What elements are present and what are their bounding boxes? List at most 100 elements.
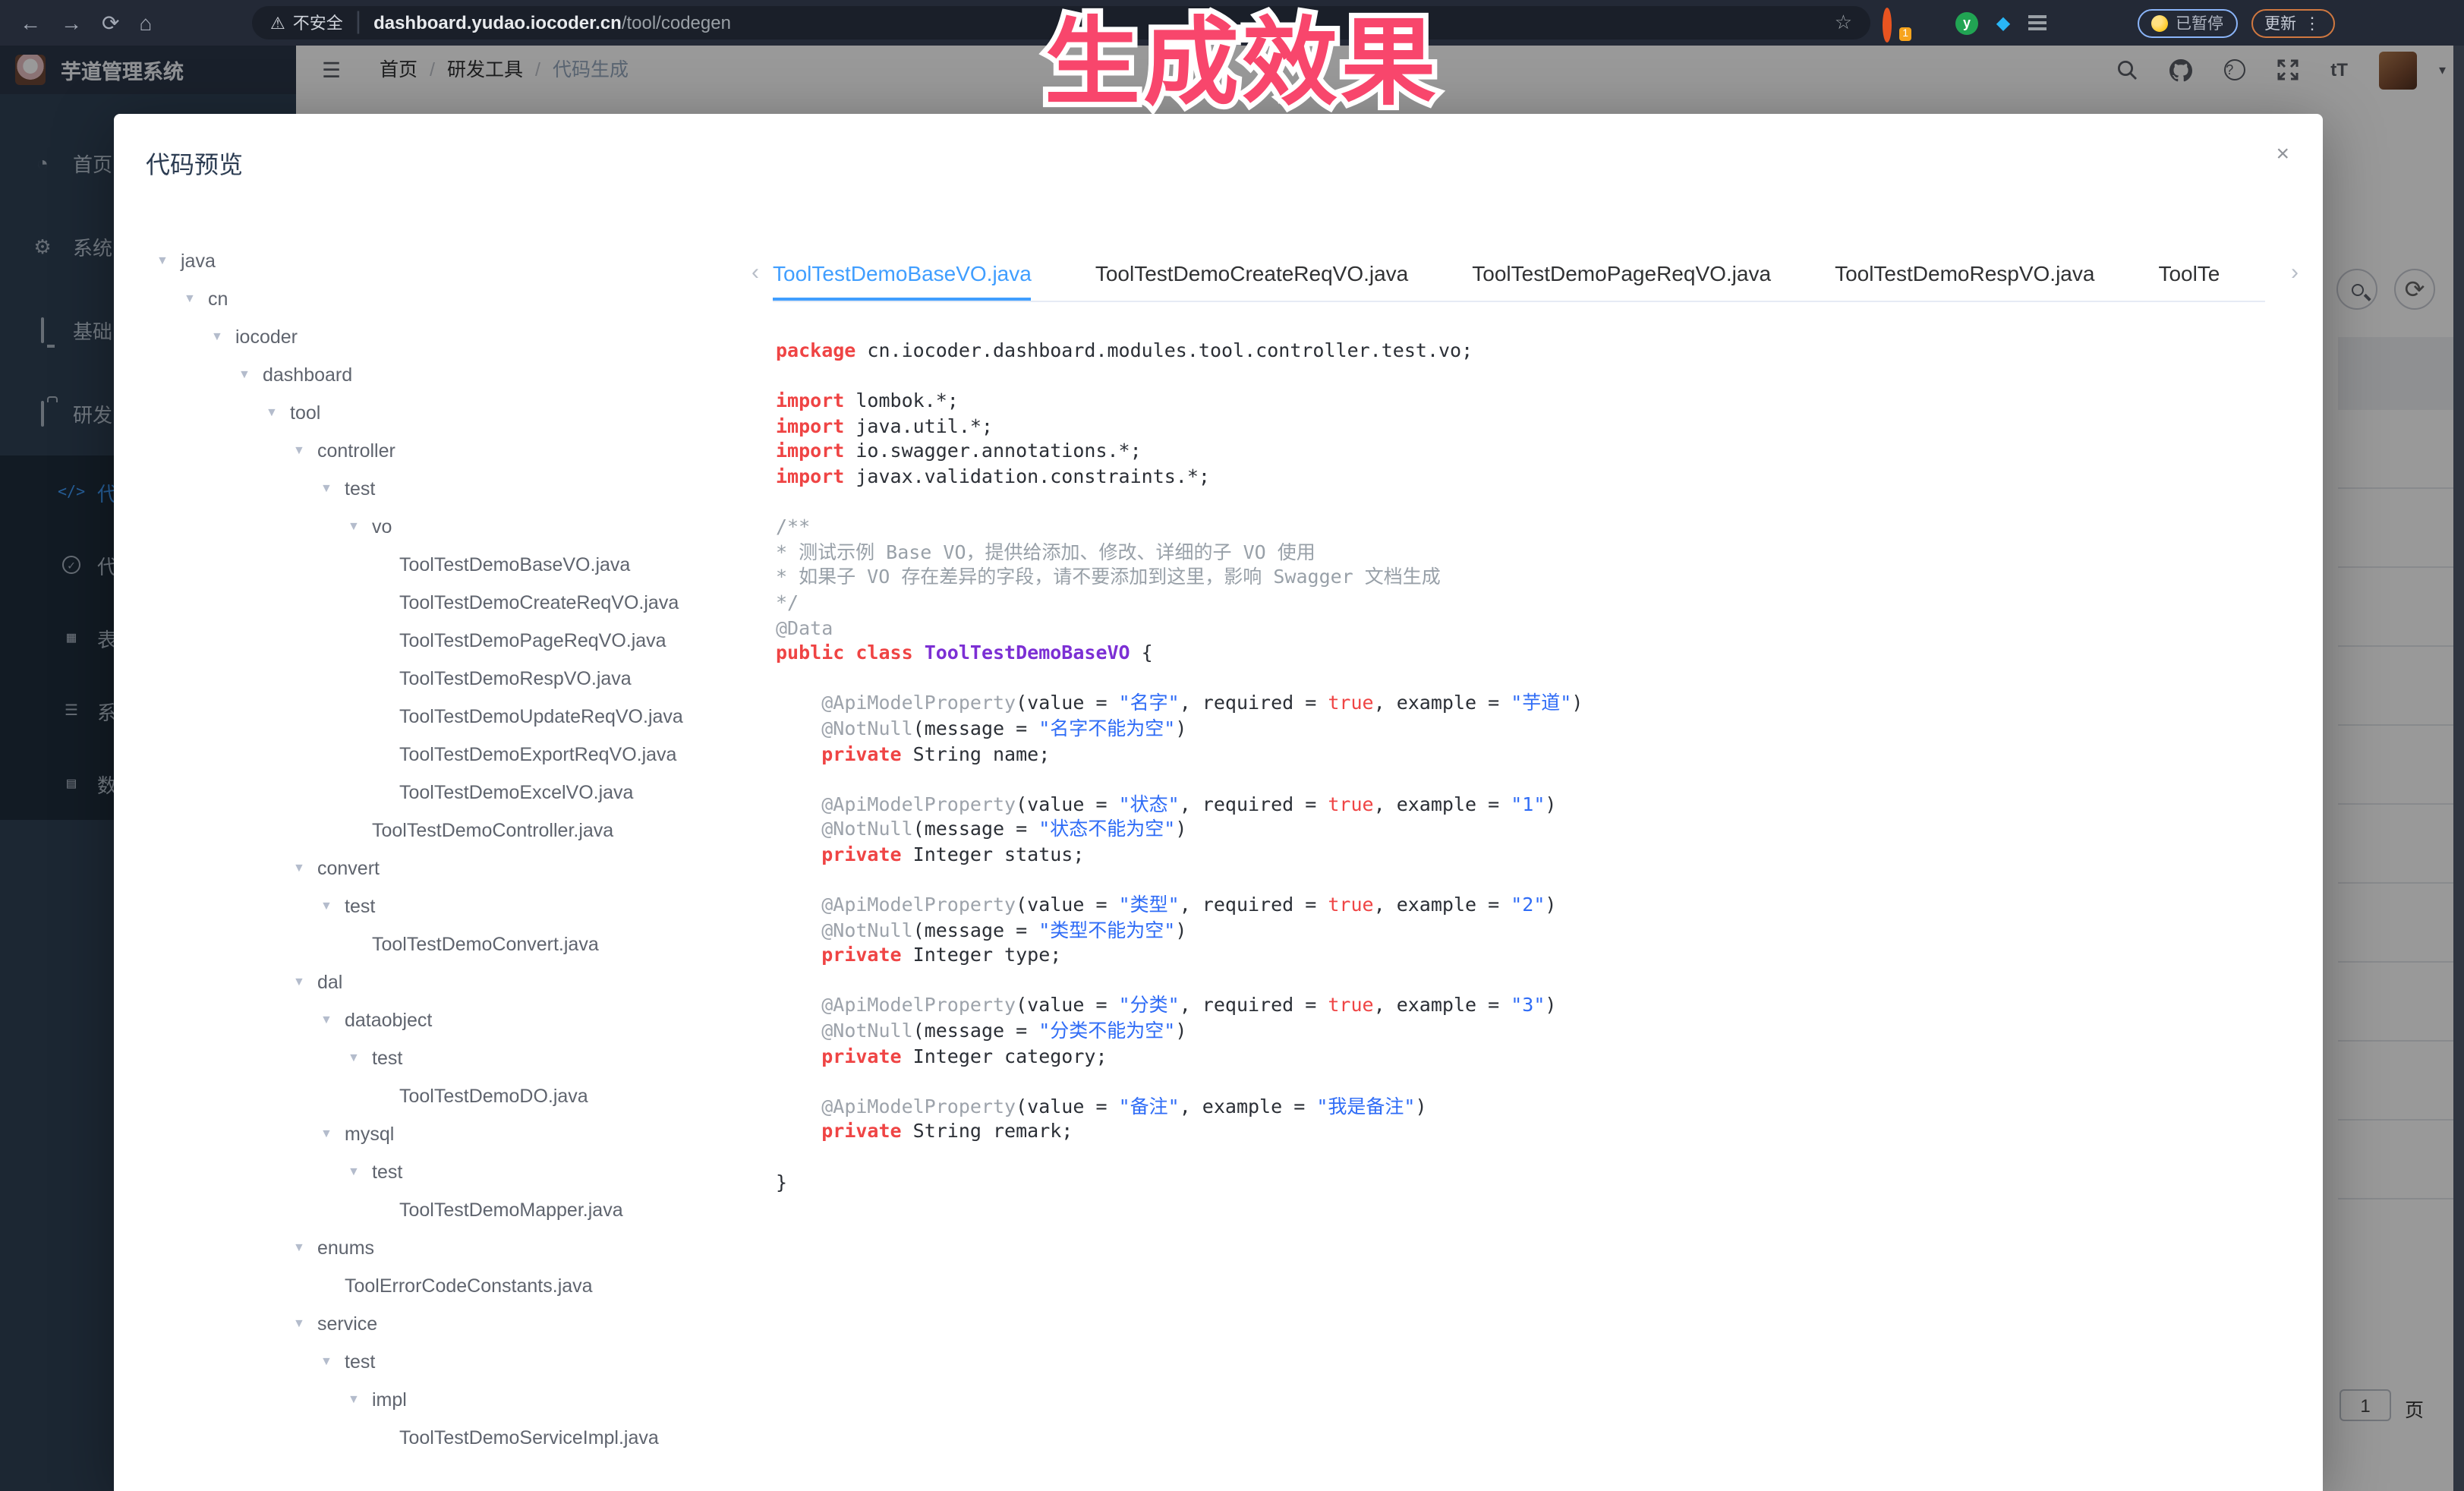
tree-node-file[interactable]: ToolTestDemoPageReqVO.java	[141, 621, 748, 659]
code-line: import io.swagger.annotations.*;	[776, 440, 2292, 465]
tree-node-label: ToolTestDemoController.java	[372, 819, 613, 840]
tree-expand-icon[interactable]: ▼	[266, 405, 290, 419]
bookmark-star-icon[interactable]: ☆	[1835, 11, 1852, 35]
tree-expand-icon[interactable]: ▼	[348, 1392, 372, 1406]
extension-icon[interactable]: y	[1955, 11, 1978, 34]
code-line: @NotNull(message = "状态不能为空")	[776, 818, 2292, 843]
tree-node-file[interactable]: ToolTestDemoCreateReqVO.java	[141, 583, 748, 621]
tree-node-folder[interactable]: ▼controller	[141, 431, 748, 469]
tree-node-folder[interactable]: ▼convert	[141, 849, 748, 887]
code-line: @NotNull(message = "分类不能为空")	[776, 1019, 2292, 1044]
tree-expand-icon[interactable]: ▼	[320, 1127, 345, 1140]
tree-expand-icon[interactable]: ▼	[320, 899, 345, 913]
tree-node-folder[interactable]: ▼dal	[141, 963, 748, 1001]
tree-node-folder[interactable]: ▼mysql	[141, 1114, 748, 1152]
tree-node-file[interactable]: ToolTestDemoRespVO.java	[141, 659, 748, 697]
tree-node-folder[interactable]: ▼dashboard	[141, 355, 748, 393]
tree-node-folder[interactable]: ▼test	[141, 469, 748, 507]
tab-ToolTestDemoBaseVO.java[interactable]: ToolTestDemoBaseVO.java	[773, 247, 1032, 301]
tree-node-folder[interactable]: ▼cn	[141, 279, 748, 317]
code-line: }	[776, 1170, 2292, 1195]
tree-node-folder[interactable]: ▼test	[141, 887, 748, 925]
tree-node-label: ToolTestDemoDO.java	[399, 1085, 588, 1106]
tree-node-folder[interactable]: ▼test	[141, 1342, 748, 1380]
tab-ToolTe[interactable]: ToolTe	[2158, 247, 2220, 301]
tree-expand-icon[interactable]: ▼	[320, 481, 345, 495]
tree-expand-icon[interactable]: ▼	[156, 254, 181, 267]
tree-node-folder[interactable]: ▼tool	[141, 393, 748, 431]
code-line: private Integer type;	[776, 944, 2292, 969]
extensions-puzzle-icon[interactable]	[2101, 11, 2124, 34]
extension-icon[interactable]	[2065, 11, 2087, 34]
tab-ToolTestDemoCreateReqVO.java[interactable]: ToolTestDemoCreateReqVO.java	[1095, 247, 1408, 301]
forward-icon[interactable]: →	[61, 0, 82, 46]
tree-node-folder[interactable]: ▼enums	[141, 1228, 748, 1266]
code-line: @ApiModelProperty(value = "类型", required…	[776, 893, 2292, 918]
back-icon[interactable]: ←	[20, 0, 41, 46]
address-divider: |	[355, 9, 361, 36]
tabs-scroll-right-icon[interactable]: ›	[2291, 260, 2299, 285]
code-line: private String remark;	[776, 1120, 2292, 1145]
tree-node-label: enums	[317, 1237, 374, 1258]
tree-node-file[interactable]: ToolTestDemoExcelVO.java	[141, 773, 748, 811]
tree-node-file[interactable]: ToolTestDemoController.java	[141, 811, 748, 849]
tree-node-file[interactable]: ToolTestDemoDO.java	[141, 1076, 748, 1114]
tree-node-file[interactable]: ToolTestDemoServiceImpl.java	[141, 1418, 748, 1456]
tree-node-file[interactable]: ToolTestDemoExportReqVO.java	[141, 735, 748, 773]
code-line	[776, 1145, 2292, 1170]
extension-icon[interactable]	[1919, 11, 1942, 34]
extensions-row: 1 y ◆ 已暂停 更新⋮	[1883, 0, 2334, 46]
tree-expand-icon[interactable]: ▼	[320, 1013, 345, 1026]
tree-node-folder[interactable]: ▼service	[141, 1304, 748, 1342]
extension-icon[interactable]: ◆	[1992, 11, 2015, 34]
tree-node-folder[interactable]: ▼iocoder	[141, 317, 748, 355]
tree-expand-icon[interactable]: ▼	[348, 1165, 372, 1178]
tree-expand-icon[interactable]: ▼	[293, 443, 317, 457]
tree-node-folder[interactable]: ▼vo	[141, 507, 748, 545]
browser-scrollbar[interactable]	[2453, 46, 2464, 1491]
tree-node-label: tool	[290, 402, 320, 423]
tree-expand-icon[interactable]: ▼	[348, 519, 372, 533]
tree-node-file[interactable]: ToolTestDemoBaseVO.java	[141, 545, 748, 583]
tree-node-file[interactable]: ToolTestDemoMapper.java	[141, 1190, 748, 1228]
tree-node-label: test	[345, 1351, 375, 1372]
code-viewer[interactable]: package cn.iocoder.dashboard.modules.too…	[776, 339, 2292, 1491]
emoji-face-icon	[2151, 14, 2168, 31]
tree-node-file[interactable]: ToolTestDemoUpdateReqVO.java	[141, 697, 748, 735]
tree-node-folder[interactable]: ▼java	[141, 241, 748, 279]
extension-icon[interactable]: 1	[1883, 11, 1905, 34]
tree-node-label: service	[317, 1313, 377, 1334]
security-label[interactable]: 不安全	[293, 11, 343, 35]
close-icon[interactable]: ×	[2276, 141, 2289, 167]
tree-node-folder[interactable]: ▼dataobject	[141, 1001, 748, 1039]
ubuntu-icon	[1883, 7, 1892, 42]
extension-icon[interactable]	[2028, 11, 2051, 34]
tree-node-label: mysql	[345, 1123, 394, 1144]
code-line: @NotNull(message = "类型不能为空")	[776, 918, 2292, 943]
tree-expand-icon[interactable]: ▼	[184, 292, 208, 305]
tree-expand-icon[interactable]: ▼	[211, 329, 235, 343]
tree-node-folder[interactable]: ▼impl	[141, 1380, 748, 1418]
browser-menu-dots-icon[interactable]: ⋮	[2304, 13, 2321, 33]
tree-node-file[interactable]: ToolTestDemoConvert.java	[141, 925, 748, 963]
tree-node-label: dal	[317, 971, 342, 992]
tree-expand-icon[interactable]: ▼	[293, 975, 317, 988]
paused-profile-button[interactable]: 已暂停	[2138, 8, 2237, 37]
tree-expand-icon[interactable]: ▼	[238, 367, 263, 381]
tree-node-file[interactable]: ToolErrorCodeConstants.java	[141, 1266, 748, 1304]
tree-expand-icon[interactable]: ▼	[348, 1051, 372, 1064]
reload-icon[interactable]: ⟳	[102, 0, 119, 46]
tab-ToolTestDemoPageReqVO.java[interactable]: ToolTestDemoPageReqVO.java	[1472, 247, 1771, 301]
tree-node-folder[interactable]: ▼test	[141, 1152, 748, 1190]
tabs-scroll-left-icon[interactable]: ‹	[751, 260, 759, 285]
tree-expand-icon[interactable]: ▼	[293, 861, 317, 875]
browser-update-button[interactable]: 更新⋮	[2251, 8, 2334, 37]
tree-expand-icon[interactable]: ▼	[293, 1240, 317, 1254]
warning-icon: ⚠	[270, 13, 285, 33]
tree-expand-icon[interactable]: ▼	[293, 1316, 317, 1330]
home-icon[interactable]: ⌂	[139, 0, 152, 46]
tree-node-folder[interactable]: ▼test	[141, 1039, 748, 1076]
tree-expand-icon[interactable]: ▼	[320, 1354, 345, 1368]
tab-ToolTestDemoRespVO.java[interactable]: ToolTestDemoRespVO.java	[1835, 247, 2094, 301]
code-line: */	[776, 591, 2292, 616]
